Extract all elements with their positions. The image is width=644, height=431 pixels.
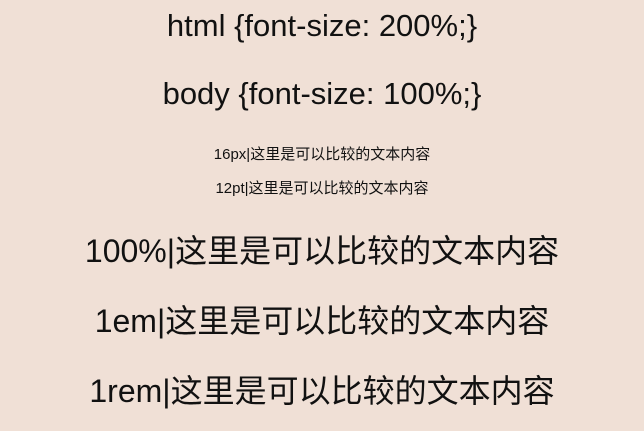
page: { "lines": { "html_rule": "html {font-si… [0, 0, 644, 431]
html-font-size-rule: html {font-size: 200%;} [166, 8, 478, 43]
sample-text-12pt: 12pt|这里是可以比较的文本内容 [215, 180, 429, 197]
sample-text-16px: 16px|这里是可以比较的文本内容 [213, 146, 431, 163]
sample-text-1em: 1em|这里是可以比较的文本内容 [94, 303, 550, 339]
sample-text-100-percent: 100%|这里是可以比较的文本内容 [84, 233, 560, 269]
sample-text-1rem: 1rem|这里是可以比较的文本内容 [89, 373, 555, 409]
body-font-size-rule: body {font-size: 100%;} [162, 76, 482, 111]
